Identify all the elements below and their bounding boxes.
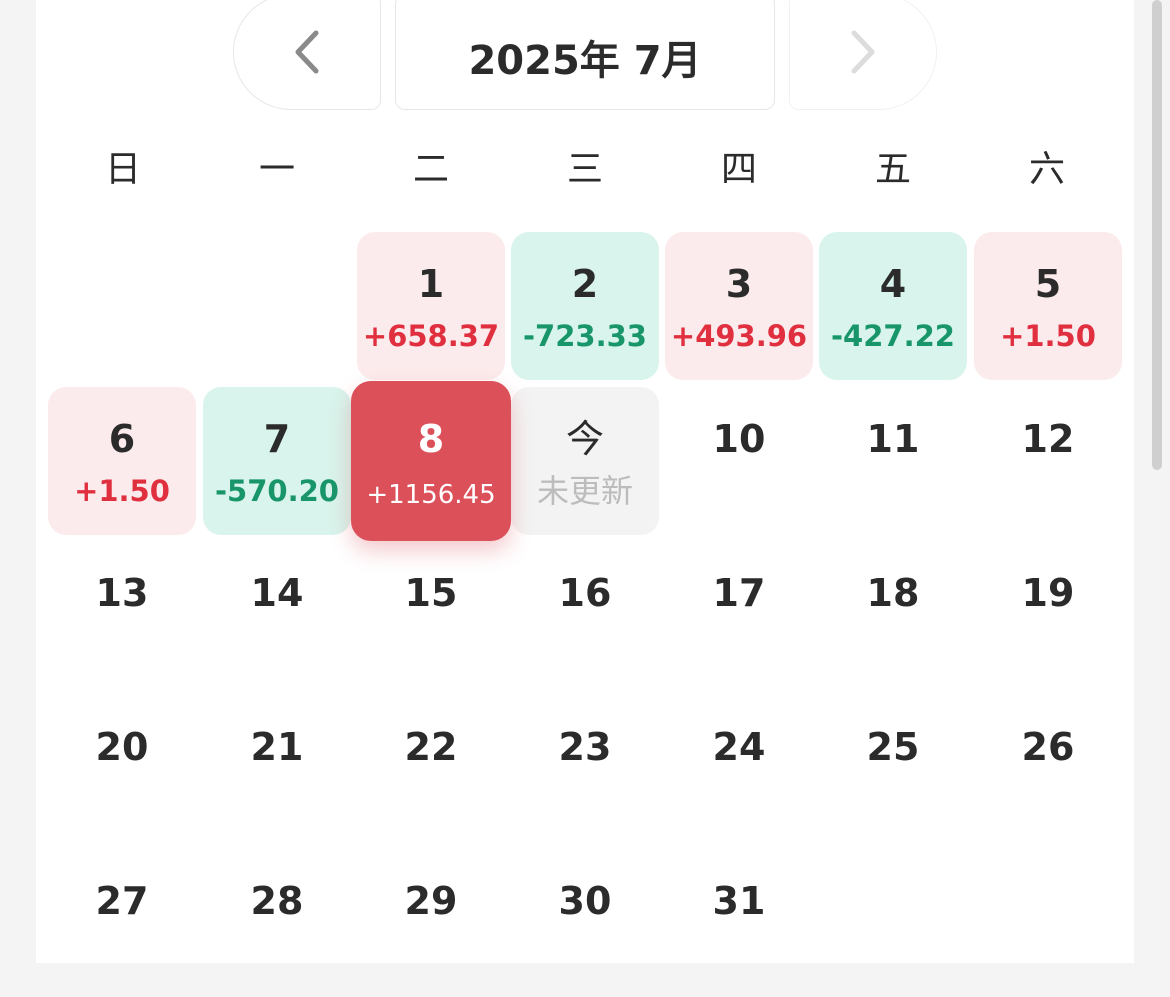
- weekday-mon: 一: [258, 149, 295, 190]
- day-number: 12: [1021, 417, 1075, 461]
- calendar-day[interactable]: 13: [48, 541, 196, 689]
- weekday-thu: 四: [720, 149, 757, 190]
- day-number: 7: [263, 417, 291, 461]
- day-number: 11: [866, 417, 920, 461]
- calendar-day[interactable]: 19: [974, 541, 1122, 689]
- calendar-day[interactable]: 3 +493.96: [665, 232, 813, 380]
- scrollbar[interactable]: [1152, 0, 1162, 470]
- weekday-wed: 三: [566, 149, 603, 190]
- day-number: 22: [404, 725, 458, 769]
- calendar-day-today[interactable]: 今 未更新: [511, 387, 659, 535]
- calendar-day[interactable]: 7 -570.20: [203, 387, 351, 535]
- calendar-day[interactable]: 24: [665, 695, 813, 843]
- day-pnl: -570.20: [215, 474, 339, 508]
- chevron-left-icon: [295, 30, 319, 74]
- day-number: 6: [108, 417, 136, 461]
- day-pnl: -427.22: [831, 319, 955, 353]
- day-number: 13: [95, 571, 149, 615]
- day-number: 23: [558, 725, 612, 769]
- day-number: 10: [712, 417, 766, 461]
- calendar-day[interactable]: 2 -723.33: [511, 232, 659, 380]
- month-title[interactable]: 2025年 7月: [395, 0, 775, 110]
- day-number: 26: [1021, 725, 1075, 769]
- day-number: 今: [565, 417, 604, 461]
- calendar-day[interactable]: 10: [665, 387, 813, 535]
- day-number: 18: [866, 571, 920, 615]
- day-number: 8: [417, 417, 445, 461]
- weekday-sun: 日: [104, 149, 141, 190]
- day-pnl: -723.33: [523, 319, 647, 353]
- calendar-day[interactable]: 23: [511, 695, 659, 843]
- prev-month-button[interactable]: [233, 0, 381, 110]
- calendar-day[interactable]: 18: [819, 541, 967, 689]
- day-pnl: +1156.45: [366, 480, 496, 510]
- calendar-day[interactable]: 20: [48, 695, 196, 843]
- calendar-day[interactable]: 27: [48, 849, 196, 997]
- day-number: 5: [1034, 262, 1062, 306]
- calendar-day[interactable]: 22: [357, 695, 505, 843]
- day-number: 15: [404, 571, 458, 615]
- day-pnl: 未更新: [536, 472, 633, 510]
- day-number: 20: [95, 725, 149, 769]
- calendar-day[interactable]: 15: [357, 541, 505, 689]
- day-number: 14: [250, 571, 304, 615]
- day-number: 28: [250, 879, 304, 923]
- day-number: 2: [571, 262, 599, 306]
- day-pnl: +658.37: [362, 319, 500, 353]
- day-number: 27: [95, 879, 149, 923]
- day-number: 30: [558, 879, 612, 923]
- day-pnl: +493.96: [670, 319, 808, 353]
- day-number: 16: [558, 571, 612, 615]
- calendar-day[interactable]: 11: [819, 387, 967, 535]
- day-number: 4: [879, 262, 907, 306]
- weekday-sat: 六: [1028, 149, 1065, 190]
- calendar-day-selected[interactable]: 8 +1156.45: [351, 381, 511, 541]
- day-pnl: +1.50: [1000, 319, 1096, 353]
- calendar-day[interactable]: 28: [203, 849, 351, 997]
- calendar-day[interactable]: 14: [203, 541, 351, 689]
- day-number: 25: [866, 725, 920, 769]
- calendar-day[interactable]: 29: [357, 849, 505, 997]
- day-number: 31: [712, 879, 766, 923]
- calendar-day[interactable]: 1 +658.37: [357, 232, 505, 380]
- next-month-button[interactable]: [789, 0, 937, 110]
- calendar-day[interactable]: 4 -427.22: [819, 232, 967, 380]
- calendar-day[interactable]: 5 +1.50: [974, 232, 1122, 380]
- calendar-day[interactable]: 6 +1.50: [48, 387, 196, 535]
- day-number: 19: [1021, 571, 1075, 615]
- day-number: 3: [725, 262, 753, 306]
- day-number: 21: [250, 725, 304, 769]
- calendar-day[interactable]: 25: [819, 695, 967, 843]
- calendar-day[interactable]: 17: [665, 541, 813, 689]
- calendar-day[interactable]: 16: [511, 541, 659, 689]
- day-pnl: +1.50: [74, 474, 170, 508]
- calendar-day[interactable]: 30: [511, 849, 659, 997]
- chevron-right-icon: [851, 30, 875, 74]
- day-number: 29: [404, 879, 458, 923]
- calendar-day[interactable]: 26: [974, 695, 1122, 843]
- day-number: 17: [712, 571, 766, 615]
- calendar-day[interactable]: 21: [203, 695, 351, 843]
- day-number: 1: [417, 262, 445, 306]
- day-number: 24: [712, 725, 766, 769]
- calendar-day[interactable]: 31: [665, 849, 813, 963]
- weekday-fri: 五: [874, 149, 911, 190]
- calendar-day[interactable]: 12: [974, 387, 1122, 535]
- weekday-tue: 二: [412, 149, 449, 190]
